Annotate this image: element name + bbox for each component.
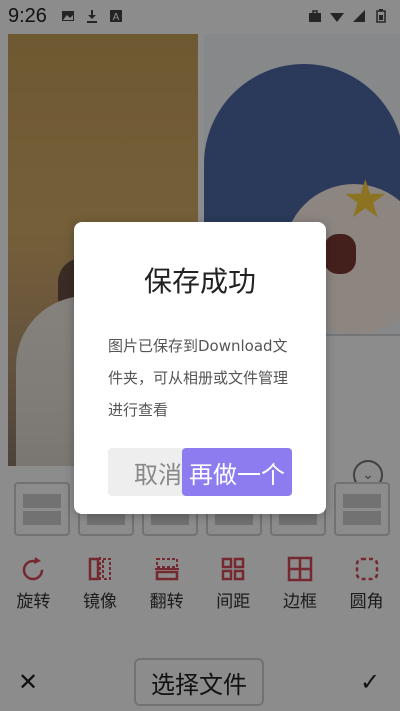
make-another-button[interactable]: 再做一个 [182,448,292,496]
dialog-title: 保存成功 [143,265,256,298]
save-success-dialog: 保存成功 图片已保存到Download文件夹，可从相册或文件管理进行查看 取消 … [74,222,326,514]
dialog-message: 图片已保存到Download文件夹，可从相册或文件管理进行查看 [108,337,289,419]
